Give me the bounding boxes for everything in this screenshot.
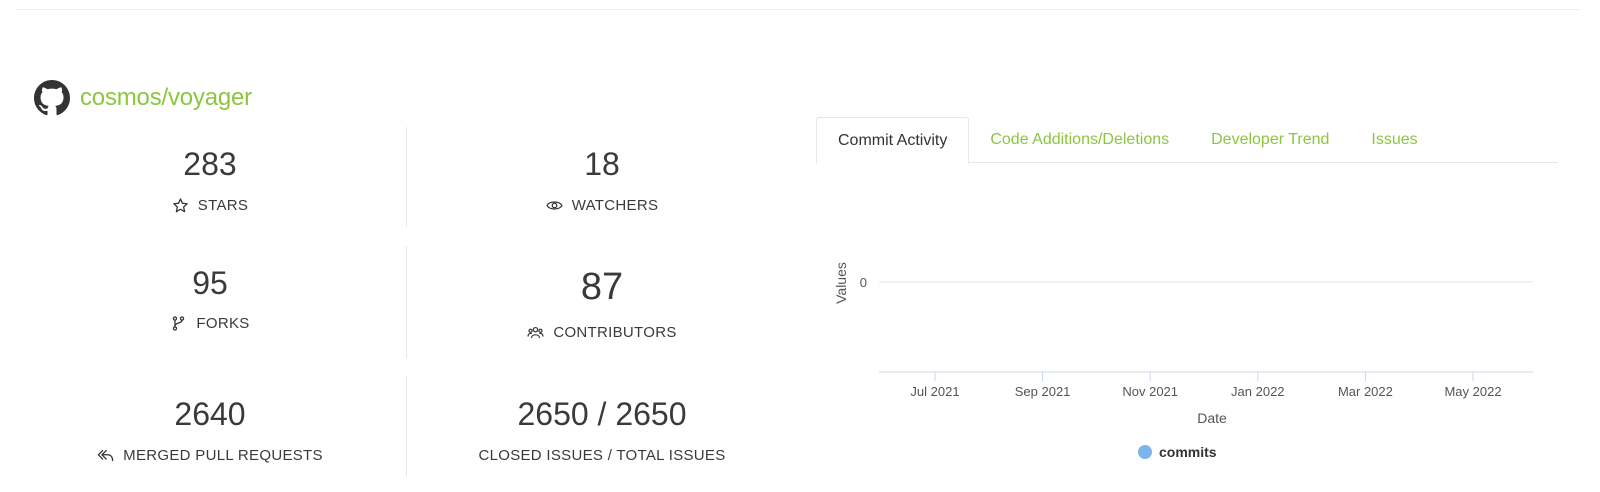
issues-count: 2650 / 2650 bbox=[517, 396, 687, 432]
forks-label: FORKS bbox=[196, 315, 250, 332]
chart-tabs: Commit Activity Code Additions/Deletions… bbox=[816, 117, 1558, 164]
top-divider bbox=[16, 9, 1580, 10]
issues-label: CLOSED ISSUES / TOTAL ISSUES bbox=[478, 447, 726, 464]
stat-issues: 2650 / 2650 CLOSED ISSUES / TOTAL ISSUES bbox=[412, 398, 792, 464]
stat-forks: 95 FORKS bbox=[20, 267, 400, 332]
y-axis-ticks: 0 bbox=[860, 275, 1533, 290]
stat-contributors: 87 CONTRIBUTORS bbox=[412, 268, 792, 341]
x-tick-label: Jan 2022 bbox=[1231, 384, 1285, 399]
repo-name-link[interactable]: cosmos/voyager bbox=[80, 84, 252, 112]
legend-label-commits: commits bbox=[1159, 444, 1217, 460]
star-icon bbox=[172, 197, 198, 214]
tab-code-additions-deletions[interactable]: Code Additions/Deletions bbox=[969, 117, 1190, 163]
commit-activity-chart: Values Date 0 Jul 2021 Sep 2021 Nov 2021 Ja… bbox=[816, 170, 1558, 480]
stat-divider bbox=[406, 127, 407, 227]
y-axis-label: Values bbox=[833, 262, 849, 304]
x-axis-ticks: Jul 2021 Sep 2021 Nov 2021 Jan 2022 Mar 2022… bbox=[910, 372, 1502, 399]
merged-prs-label: MERGED PULL REQUESTS bbox=[123, 447, 323, 464]
stat-watchers: 18 WATCHERS bbox=[412, 148, 792, 214]
eye-icon bbox=[546, 197, 572, 214]
x-tick-label: Jul 2021 bbox=[910, 384, 959, 399]
chart-legend[interactable]: commits bbox=[1138, 444, 1217, 460]
x-tick-label: Nov 2021 bbox=[1122, 384, 1178, 399]
x-tick-label: Mar 2022 bbox=[1338, 384, 1393, 399]
repo-dashboard: cosmos/voyager 283 STARS 18 WATCHERS 95 bbox=[0, 0, 1600, 492]
watchers-count: 18 bbox=[584, 146, 620, 182]
watchers-label: WATCHERS bbox=[571, 197, 659, 214]
tab-developer-trend[interactable]: Developer Trend bbox=[1190, 117, 1350, 163]
chart-svg: Values Date 0 Jul 2021 Sep 2021 Nov 2021 Ja… bbox=[833, 262, 1533, 460]
contributors-count: 87 bbox=[580, 266, 624, 308]
y-tick-label: 0 bbox=[860, 275, 867, 290]
people-icon bbox=[527, 324, 553, 341]
fork-icon bbox=[170, 315, 196, 332]
tab-issues[interactable]: Issues bbox=[1350, 117, 1438, 163]
x-axis-label: Date bbox=[1197, 410, 1227, 426]
stat-divider bbox=[406, 246, 407, 358]
merge-icon bbox=[97, 447, 123, 464]
contributors-label: CONTRIBUTORS bbox=[553, 324, 677, 341]
tab-commit-activity[interactable]: Commit Activity bbox=[816, 117, 970, 164]
stars-count: 283 bbox=[183, 146, 237, 182]
github-icon bbox=[34, 80, 70, 116]
stat-stars: 283 STARS bbox=[20, 148, 400, 214]
repo-header: cosmos/voyager bbox=[34, 80, 252, 116]
merged-prs-count: 2640 bbox=[174, 396, 246, 432]
x-tick-label: May 2022 bbox=[1444, 384, 1501, 399]
stat-merged-prs: 2640 MERGED PULL REQUESTS bbox=[20, 398, 400, 464]
forks-count: 95 bbox=[192, 265, 228, 301]
stars-label: STARS bbox=[197, 197, 249, 214]
legend-marker-commits bbox=[1138, 445, 1152, 459]
stat-divider bbox=[406, 376, 407, 476]
x-tick-label: Sep 2021 bbox=[1015, 384, 1071, 399]
